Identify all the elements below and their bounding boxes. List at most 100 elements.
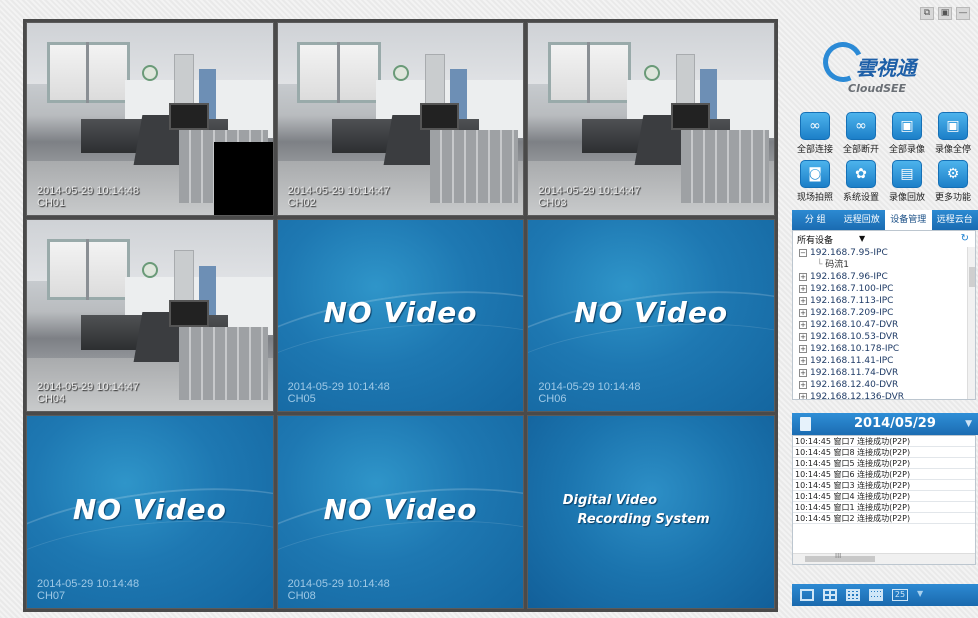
refresh-icon[interactable]: ↻ xyxy=(961,233,969,244)
quick-button[interactable]: ∞ 全部连接 xyxy=(792,112,838,155)
log-row: 10:14:45 窗口4 连接成功(P2P) xyxy=(793,491,975,502)
tab-1[interactable]: 远程回放 xyxy=(839,210,886,230)
camera-scene-panel xyxy=(179,326,268,400)
quick-button-label: 全部断开 xyxy=(842,145,879,155)
quick-button-label: 更多功能 xyxy=(934,193,971,203)
expand-icon[interactable]: + xyxy=(799,320,807,329)
layout-1x1-button[interactable] xyxy=(800,589,814,601)
cell-timestamp: 2014-05-29 10:14:48 xyxy=(287,578,390,590)
collapse-icon[interactable]: − xyxy=(799,248,807,257)
tree-node[interactable]: +192.168.7.209-IPC xyxy=(793,307,975,319)
fullscreen-icon[interactable]: ▣ xyxy=(938,7,952,20)
tree-node[interactable]: +192.168.10.53-DVR xyxy=(793,331,975,343)
layout-2x2-button[interactable] xyxy=(823,589,837,601)
tree-node[interactable]: +192.168.11.41-IPC xyxy=(793,355,975,367)
tree-node-label: 192.168.10.47-DVR xyxy=(810,320,899,330)
video-cell[interactable]: Digital Video Recording System xyxy=(527,415,775,609)
tree-node[interactable]: +192.168.10.47-DVR xyxy=(793,319,975,331)
expand-icon[interactable]: + xyxy=(799,380,807,389)
tree-node-label: 192.168.7.113-IPC xyxy=(810,296,894,306)
tab-3[interactable]: 远程云台 xyxy=(932,210,978,230)
camera-scene-monitor xyxy=(670,103,711,131)
video-cell[interactable]: NO Video 2014-05-29 10:14:48 CH08 xyxy=(276,415,525,609)
camera-scene-winbar xyxy=(336,42,340,104)
tree-node[interactable]: +192.168.10.178-IPC xyxy=(793,343,975,355)
camera-scene-winbar xyxy=(85,42,89,104)
cell-channel: CH03 xyxy=(538,196,567,209)
chevron-down-icon[interactable]: ▼ xyxy=(917,589,931,601)
video-cell[interactable]: 2014-05-29 10:14:47 CH03 xyxy=(527,22,775,216)
tree-node[interactable]: +192.168.12.40-DVR xyxy=(793,379,975,391)
tree-node-label: 192.168.11.41-IPC xyxy=(810,356,894,366)
expand-icon[interactable]: + xyxy=(799,332,807,341)
quick-button[interactable]: ◙ 现场拍照 xyxy=(792,160,838,203)
video-cell[interactable]: NO Video 2014-05-29 10:14:48 CH06 xyxy=(527,218,775,413)
quick-button[interactable]: ▣ 全部录像 xyxy=(884,112,930,155)
expand-icon[interactable]: + xyxy=(799,392,807,399)
minimize-icon[interactable]: — xyxy=(956,7,970,20)
playback-icon: ▤ xyxy=(892,160,922,188)
cell-timestamp: 2014-05-29 10:14:47 xyxy=(37,381,140,394)
expand-icon[interactable]: + xyxy=(799,356,807,365)
tree-node[interactable]: +192.168.7.100-IPC xyxy=(793,283,975,295)
camera-scene-panel xyxy=(429,130,519,204)
cell-timestamp: 2014-05-29 10:14:48 xyxy=(37,578,140,590)
quick-button[interactable]: ✿ 系统设置 xyxy=(838,160,884,203)
quick-button-label: 全部连接 xyxy=(796,145,833,155)
tree-scrollbar[interactable] xyxy=(967,247,975,399)
tree-header[interactable]: 所有设备 ▼ ↻ xyxy=(793,231,975,247)
logo-brand: 雲視通 xyxy=(856,56,916,80)
cell-channel: CH06 xyxy=(538,393,567,406)
cell-osd: 2014-05-29 10:14:47 CH02 xyxy=(288,185,390,209)
expand-icon[interactable]: + xyxy=(799,272,807,281)
tree-node-label: 192.168.10.178-IPC xyxy=(810,344,900,354)
tree-node[interactable]: −192.168.7.95-IPC xyxy=(793,247,975,259)
tree-node[interactable]: +192.168.7.113-IPC xyxy=(793,295,975,307)
cell-channel: CH05 xyxy=(287,393,316,406)
tree-node-label: 192.168.7.100-IPC xyxy=(810,284,894,294)
layout-4x4-button[interactable] xyxy=(869,589,883,601)
device-filter-label: 所有设备 xyxy=(797,236,834,246)
no-video-label: NO Video xyxy=(574,296,729,330)
tree-node-label: 192.168.10.53-DVR xyxy=(810,332,899,342)
video-cell[interactable]: 2014-05-29 10:14:47 CH02 xyxy=(276,22,525,216)
no-video-label: NO Video xyxy=(323,492,478,526)
cell-osd: 2014-05-29 10:14:48 CH06 xyxy=(538,381,640,405)
quick-button[interactable]: ∞ 全部断开 xyxy=(838,112,884,155)
expand-icon[interactable]: + xyxy=(799,308,807,317)
tab-0[interactable]: 分 组 xyxy=(792,210,839,230)
quick-button[interactable]: ▣ 录像全停 xyxy=(930,112,976,155)
window-controls: ⧉ ▣ — xyxy=(920,7,970,20)
expand-icon[interactable]: + xyxy=(799,344,807,353)
cloudsee-logo: 雲視通 CloudSEE xyxy=(817,36,958,106)
quick-button[interactable]: ⚙ 更多功能 xyxy=(930,160,976,203)
expand-icon[interactable]: + xyxy=(799,368,807,377)
video-cell[interactable]: NO Video 2014-05-29 10:14:48 CH07 xyxy=(26,415,274,609)
tree-node[interactable]: +192.168.11.74-DVR xyxy=(793,367,975,379)
expand-icon[interactable]: + xyxy=(799,284,807,293)
link-icon: ∞ xyxy=(800,112,830,140)
expand-icon[interactable]: + xyxy=(799,296,807,305)
camera-scene-winbar xyxy=(587,42,591,104)
chevron-down-icon[interactable]: ▼ xyxy=(859,234,865,243)
quick-button-label: 系统设置 xyxy=(842,193,879,203)
quick-button[interactable]: ▤ 录像回放 xyxy=(884,160,930,203)
video-cell[interactable]: NO Video 2014-05-29 10:14:48 CH05 xyxy=(276,218,525,413)
chevron-down-icon[interactable]: ▼ xyxy=(965,413,972,435)
log-hscrollbar[interactable]: III xyxy=(793,552,975,564)
layout-25-button[interactable]: 25 xyxy=(892,589,908,601)
cell-channel: CH01 xyxy=(37,196,66,209)
tab-2[interactable]: 设备管理 xyxy=(885,210,932,230)
layout-3x3-button[interactable] xyxy=(846,589,860,601)
log-row: 10:14:45 窗口1 连接成功(P2P) xyxy=(793,502,975,513)
stop-record-icon: ▣ xyxy=(938,112,968,140)
cell-osd: 2014-05-29 10:14:48 CH01 xyxy=(37,185,139,209)
camera-scene-monitor xyxy=(169,300,209,327)
tree-node[interactable]: +192.168.12.136-DVR xyxy=(793,391,975,399)
video-cell[interactable]: 2014-05-29 10:14:47 CH04 xyxy=(26,218,274,413)
tree-node[interactable]: +192.168.7.96-IPC xyxy=(793,271,975,283)
popout-icon[interactable]: ⧉ xyxy=(920,7,934,20)
tree-node-label: 192.168.11.74-DVR xyxy=(810,368,899,378)
video-cell[interactable]: 2014-05-29 10:14:48 CH01 xyxy=(26,22,274,216)
tree-node[interactable]: └ 码流1 xyxy=(793,259,975,271)
